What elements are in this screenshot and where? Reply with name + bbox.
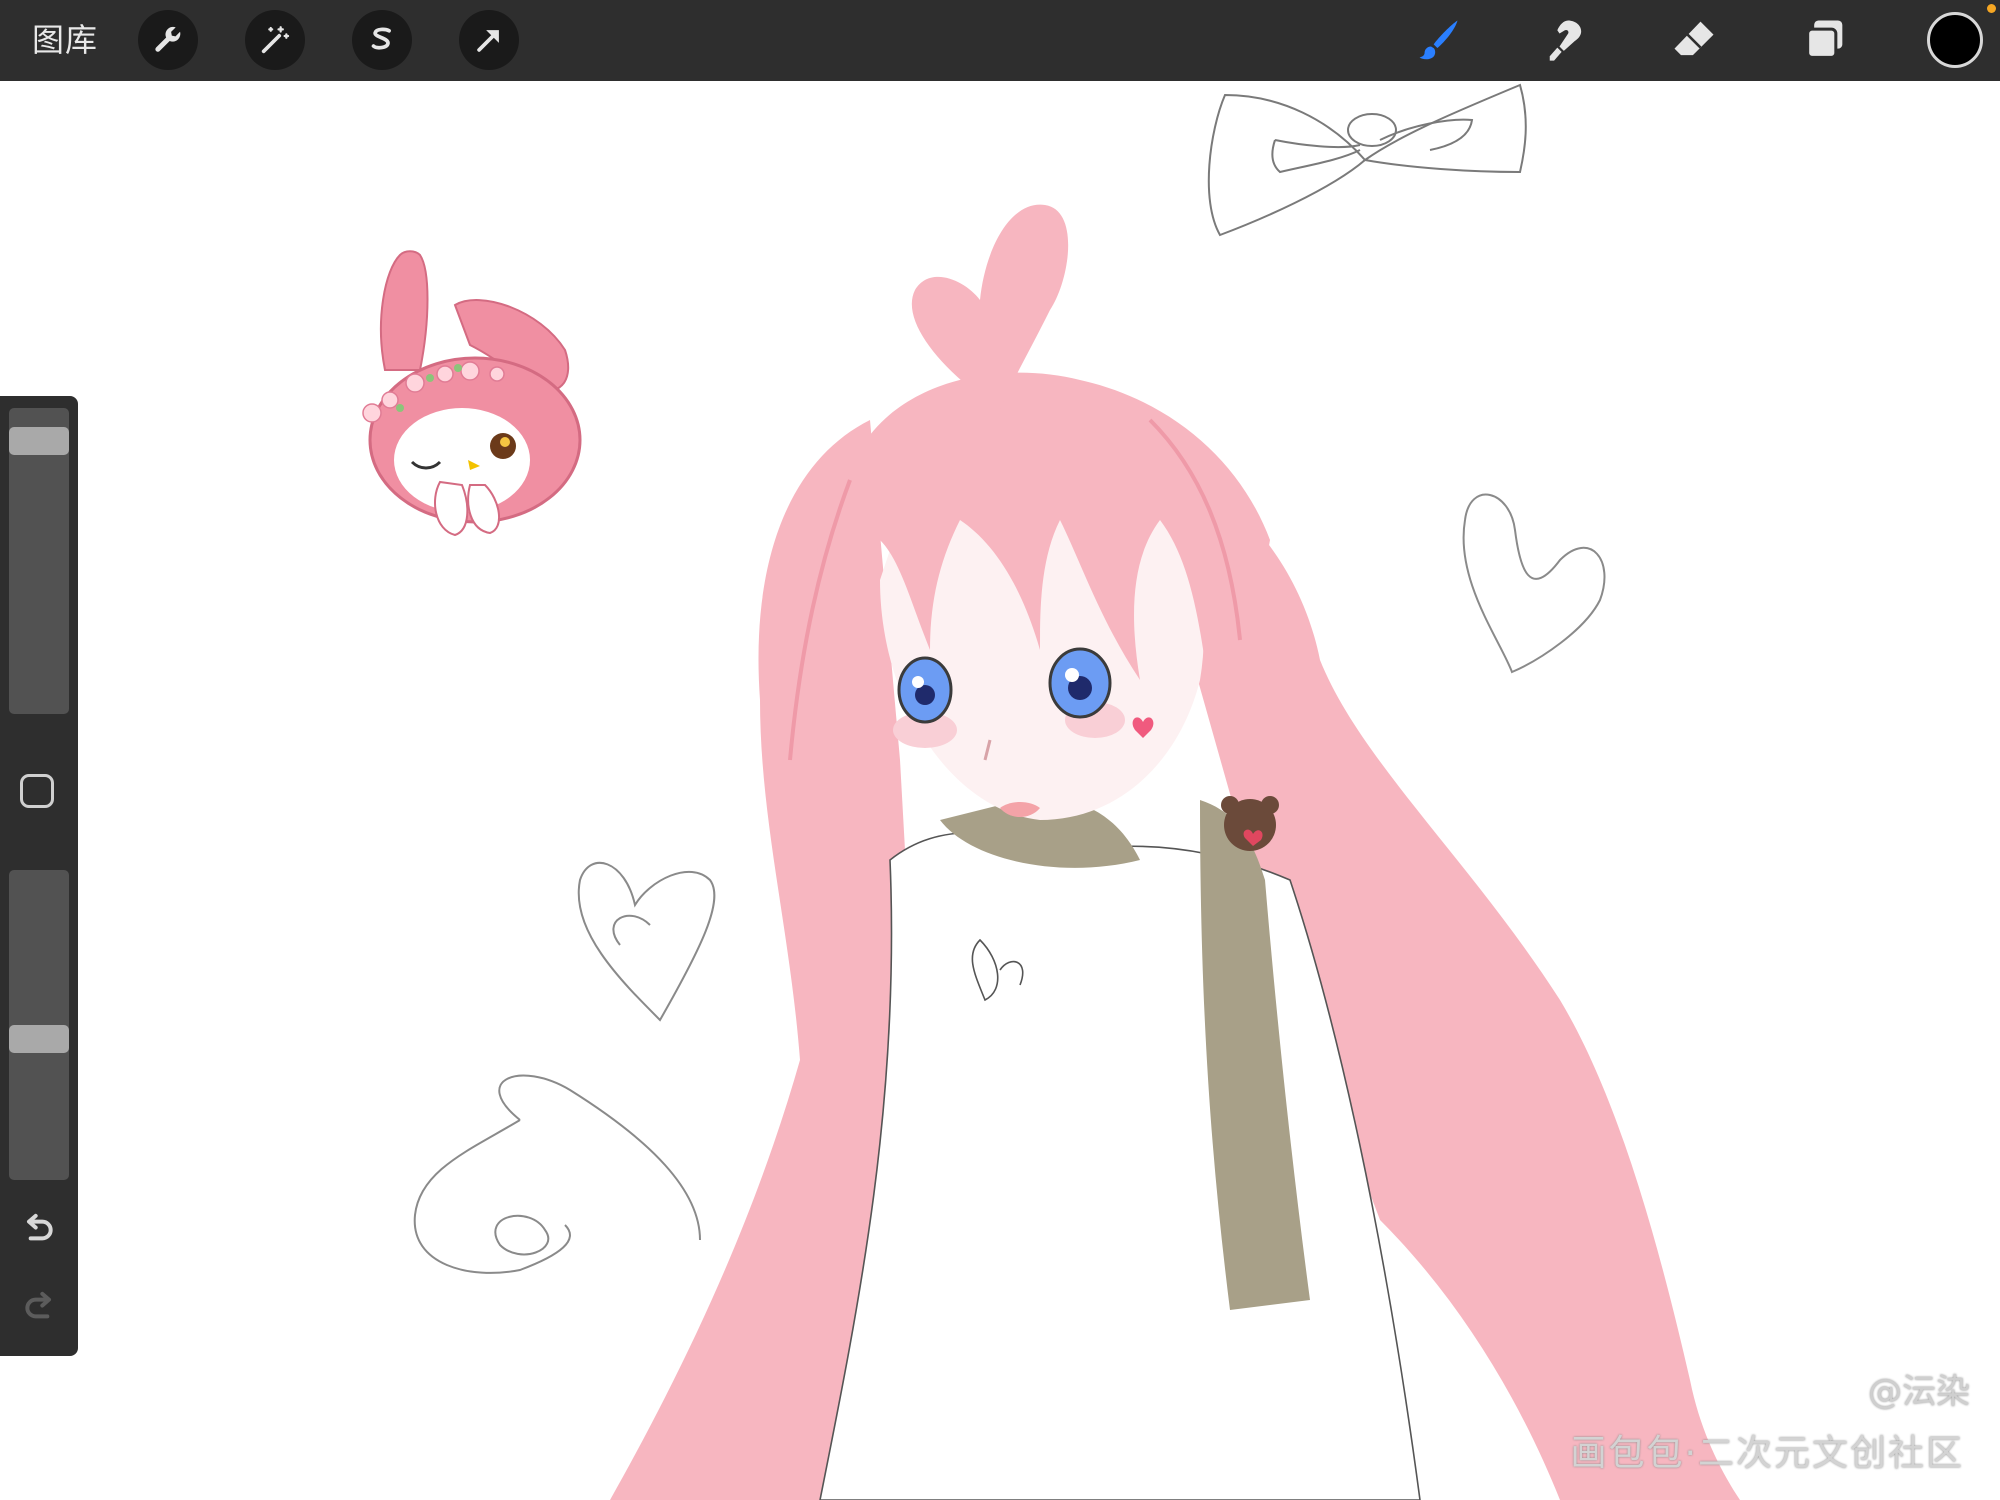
brush-icon[interactable] (1408, 10, 1468, 70)
gallery-button[interactable]: 图库 (32, 20, 98, 60)
magic-wand-icon[interactable] (245, 10, 305, 70)
rabbit-mascot (362, 250, 582, 537)
layers-icon[interactable] (1795, 10, 1855, 70)
selection-s-icon[interactable] (352, 10, 412, 70)
wrench-icon[interactable] (138, 10, 198, 70)
smudge-icon[interactable] (1536, 10, 1596, 70)
bow-sketch (1207, 83, 1527, 237)
status-indicator (1987, 4, 1996, 13)
character-illustration (610, 204, 1740, 1500)
eraser-icon[interactable] (1664, 10, 1724, 70)
top-toolbar: 图库 (0, 0, 2000, 81)
drawing-canvas[interactable] (0, 81, 2000, 1500)
color-picker-button[interactable] (1927, 12, 1983, 68)
watermark-site: 画包包·二次元文创社区 (1570, 1433, 1964, 1474)
watermark-handle: @沄染 (1868, 1372, 1970, 1412)
transform-arrow-icon[interactable] (459, 10, 519, 70)
